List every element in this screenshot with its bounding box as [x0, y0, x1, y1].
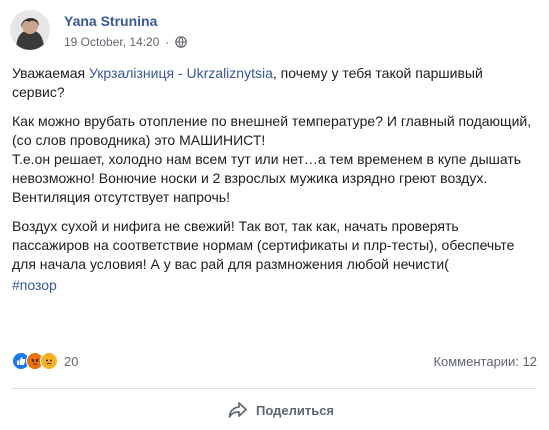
p1-prefix: Уважаемая [12, 65, 89, 81]
globe-icon[interactable] [175, 36, 188, 48]
paragraph-1: Уважаемая Укрзалізниця - Ukrzaliznytsia,… [12, 64, 532, 102]
comments-count[interactable]: Комментарии: 12 [433, 354, 537, 369]
author-avatar[interactable] [10, 10, 50, 50]
post-content: Уважаемая Укрзалізниця - Ukrzaliznytsia,… [12, 64, 532, 305]
paragraph-3: Воздух сухой и нифига не свежий! Так вот… [12, 217, 532, 274]
divider [12, 388, 537, 389]
paragraph-2: Как можно врубать отопление по внешней т… [12, 112, 532, 207]
post-date[interactable]: 19 October, 14:20 [64, 35, 159, 49]
p2-line-1: Как можно врубать отопление по внешней т… [12, 113, 532, 148]
facebook-post: Yana Strunina 19 October, 14:20 · Уважае… [0, 0, 549, 430]
p2-line-2: Т.е.он решает, холодно нам всем тут или … [12, 151, 522, 205]
sad-icon [40, 352, 58, 370]
p3-text: Воздух сухой и нифига не свежий! Так вот… [12, 218, 515, 272]
share-button[interactable]: Поделиться [228, 398, 334, 422]
share-label: Поделиться [256, 402, 335, 418]
share-icon [228, 402, 247, 418]
reactions-summary[interactable]: 20 [12, 352, 78, 370]
mention-link[interactable]: Укрзалізниця - Ukrzaliznytsia [89, 65, 273, 81]
hashtag-link[interactable]: #позор [12, 276, 532, 295]
meta-separator: · [165, 35, 170, 49]
reaction-count: 20 [64, 353, 79, 369]
author-name[interactable]: Yana Strunina [64, 13, 157, 29]
post-meta: 19 October, 14:20 · [64, 35, 188, 49]
